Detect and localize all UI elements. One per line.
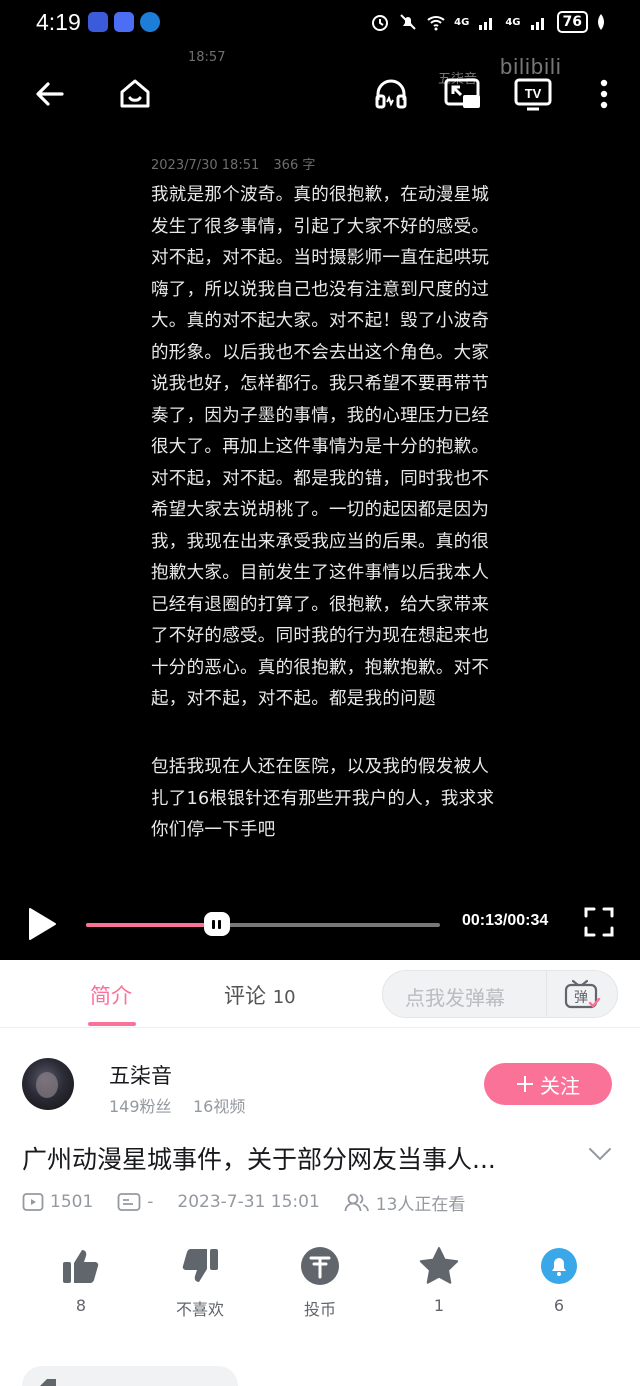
thumbs-up-icon	[63, 1250, 99, 1283]
coin-label: 投币	[303, 1300, 336, 1319]
people-icon	[344, 1193, 369, 1212]
status-time: 4:19	[36, 9, 81, 35]
danmaku-placeholder: 点我发弹幕	[405, 986, 505, 1010]
danmaku-divider	[546, 971, 547, 1017]
embedded-status-time: 18:57	[188, 50, 226, 65]
home-button[interactable]	[113, 72, 157, 116]
play-count: 1501	[22, 1192, 93, 1212]
fullscreen-icon	[584, 907, 614, 937]
leaf-icon	[598, 14, 604, 30]
status-bar: 4:19 4G 4G 76	[0, 0, 640, 46]
share-bell-icon	[541, 1248, 577, 1284]
app-notification-icon	[88, 12, 108, 32]
embedded-note-wordcount: 366 字	[273, 158, 316, 173]
mute-bell-icon	[400, 14, 416, 30]
battery-indicator: 76	[556, 11, 588, 33]
danmaku-count-value: -	[147, 1192, 154, 1212]
network-label-2: 4G	[505, 16, 521, 28]
video-meta: 1501 - 2023-7-31 15:01 13人正在看	[22, 1190, 489, 1215]
tab-comments-label: 评论	[224, 984, 266, 1008]
danmaku-count: -	[117, 1192, 153, 1212]
avatar[interactable]	[22, 1058, 74, 1110]
browser-app-icon	[140, 12, 160, 32]
video-title[interactable]: 广州动漫星城事件，关于部分网友当事人...	[22, 1140, 562, 1176]
statement-text: 我就是那个波奇。真的很抱歉，在动漫星城 发生了很多事情，引起了大家不好的感受。 …	[151, 185, 490, 709]
picture-in-picture-icon	[444, 78, 480, 108]
coin-button[interactable]: 投币	[260, 1244, 380, 1320]
wifi-icon	[427, 16, 445, 31]
dislike-button[interactable]: 不喜欢	[140, 1244, 260, 1320]
video-player[interactable]: 18:57 bilibili 五柒音 TV 2023/7/30 18:51 36…	[0, 46, 640, 960]
signal-icon-2	[530, 18, 544, 30]
favorite-button[interactable]: 1	[379, 1244, 499, 1315]
detail-tab-bar: 简介 评论 10 点我发弹幕 弹	[0, 960, 640, 1028]
music-app-icon	[114, 12, 134, 32]
tab-intro[interactable]: 简介	[90, 980, 132, 1010]
play-icon	[29, 908, 56, 940]
svg-text:TV: TV	[525, 86, 542, 101]
home-icon	[120, 79, 150, 108]
progress-thumb[interactable]	[203, 912, 230, 936]
watching-now-value: 13人正在看	[375, 1194, 466, 1215]
network-label-1: 4G	[454, 16, 470, 28]
tab-comments[interactable]: 评论 10	[224, 980, 296, 1010]
star-icon	[419, 1247, 459, 1284]
fullscreen-button[interactable]	[584, 906, 614, 942]
follow-label: 关注	[540, 1073, 580, 1098]
danmaku-toggle-icon[interactable]: 弹	[563, 979, 601, 1011]
tab-active-indicator	[88, 1022, 136, 1026]
progress-fill	[86, 923, 217, 927]
coin-icon	[301, 1247, 339, 1285]
embedded-note-date: 2023/7/30 18:51	[151, 158, 260, 173]
audio-mode-button[interactable]	[369, 72, 413, 116]
danmaku-count-icon	[117, 1193, 141, 1211]
tv-cast-icon: TV	[514, 78, 552, 111]
back-button[interactable]	[28, 72, 72, 116]
player-controls: 00:13/00:34	[0, 896, 640, 956]
play-count-value: 1501	[50, 1192, 94, 1212]
uploader-videos: 16视频	[193, 1097, 246, 1116]
share-button[interactable]: 6	[499, 1244, 619, 1315]
follow-button[interactable]: 关注	[484, 1063, 612, 1105]
thumbs-down-icon	[182, 1249, 218, 1282]
tag-icon	[40, 1379, 56, 1386]
status-right: 4G 4G 76	[370, 11, 606, 33]
favorite-count: 1	[433, 1296, 445, 1315]
tag-chip[interactable]	[22, 1366, 238, 1386]
signal-icon	[479, 18, 493, 30]
like-count: 8	[75, 1296, 87, 1315]
back-arrow-icon	[36, 82, 64, 106]
cast-tv-button[interactable]: TV	[511, 72, 555, 116]
progress-bar[interactable]	[86, 912, 440, 936]
headphones-icon	[375, 79, 407, 109]
more-options-button[interactable]	[582, 72, 626, 116]
statement-text-2: 包括我现在人还在医院，以及我的假发被人 扎了16根银针还有那些开我户的人，我求求…	[151, 757, 495, 840]
alarm-icon	[372, 15, 389, 31]
more-vertical-icon	[600, 79, 608, 109]
small-window-button[interactable]	[440, 72, 484, 116]
publish-datetime: 2023-7-31 15:01	[177, 1192, 320, 1212]
dislike-label: 不喜欢	[175, 1300, 224, 1319]
uploader-name[interactable]: 五柒音	[109, 1060, 172, 1090]
time-display: 00:13/00:34	[462, 912, 549, 929]
play-count-icon	[22, 1193, 44, 1211]
share-count: 6	[553, 1296, 565, 1315]
play-button[interactable]	[26, 906, 58, 946]
danmaku-input[interactable]: 点我发弹幕 弹	[382, 970, 618, 1018]
watching-now: 13人正在看	[344, 1190, 466, 1215]
uploader-fans: 149粉丝	[109, 1097, 172, 1116]
like-button[interactable]: 8	[21, 1244, 141, 1315]
chevron-down-icon[interactable]	[588, 1146, 612, 1162]
embedded-note-meta: 2023/7/30 18:51 366 字	[151, 154, 315, 173]
action-bar: 8 不喜欢 投币 1 6	[0, 1244, 640, 1324]
danmaku-icon-label: 弹	[574, 990, 588, 1006]
tab-comments-count: 10	[272, 987, 296, 1008]
status-app-icons	[88, 12, 160, 32]
plus-icon	[517, 1076, 533, 1092]
